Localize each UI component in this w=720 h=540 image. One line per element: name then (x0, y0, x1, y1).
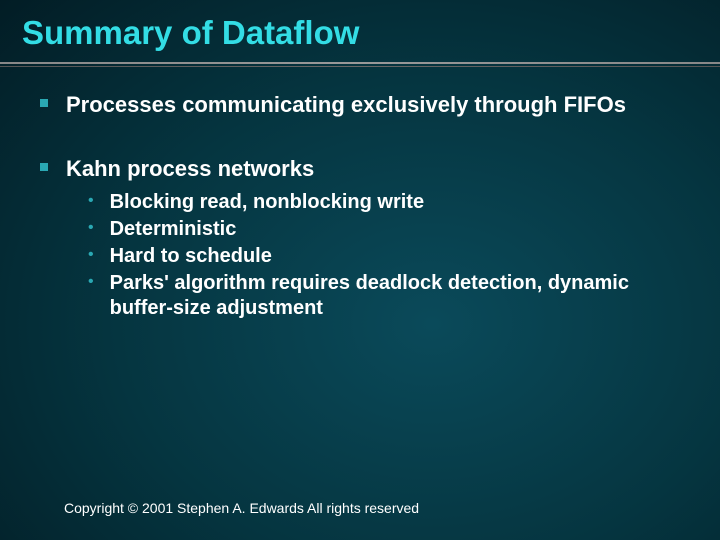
bullet-text: Kahn process networks (66, 155, 314, 183)
dot-bullet-icon: • (88, 220, 94, 236)
bullet-text: Processes communicating exclusively thro… (66, 91, 626, 119)
square-bullet-icon (40, 163, 48, 171)
copyright-footer: Copyright © 2001 Stephen A. Edwards All … (64, 500, 419, 516)
list-item: • Deterministic (88, 217, 680, 242)
sub-bullet-text: Blocking read, nonblocking write (110, 190, 424, 215)
dot-bullet-icon: • (88, 247, 94, 263)
sub-bullet-text: Parks' algorithm requires deadlock detec… (110, 271, 680, 321)
slide-content: Processes communicating exclusively thro… (0, 67, 720, 321)
slide-title: Summary of Dataflow (0, 0, 720, 62)
list-item: • Parks' algorithm requires deadlock det… (88, 271, 680, 321)
dot-bullet-icon: • (88, 193, 94, 209)
list-item: • Blocking read, nonblocking write (88, 190, 680, 215)
title-divider (0, 62, 720, 64)
list-item: Kahn process networks (40, 155, 680, 183)
square-bullet-icon (40, 99, 48, 107)
list-item: Processes communicating exclusively thro… (40, 91, 680, 119)
sub-bullet-text: Deterministic (110, 217, 237, 242)
list-item: • Hard to schedule (88, 244, 680, 269)
nested-list: • Blocking read, nonblocking write • Det… (88, 190, 680, 321)
dot-bullet-icon: • (88, 274, 94, 290)
sub-bullet-text: Hard to schedule (110, 244, 272, 269)
